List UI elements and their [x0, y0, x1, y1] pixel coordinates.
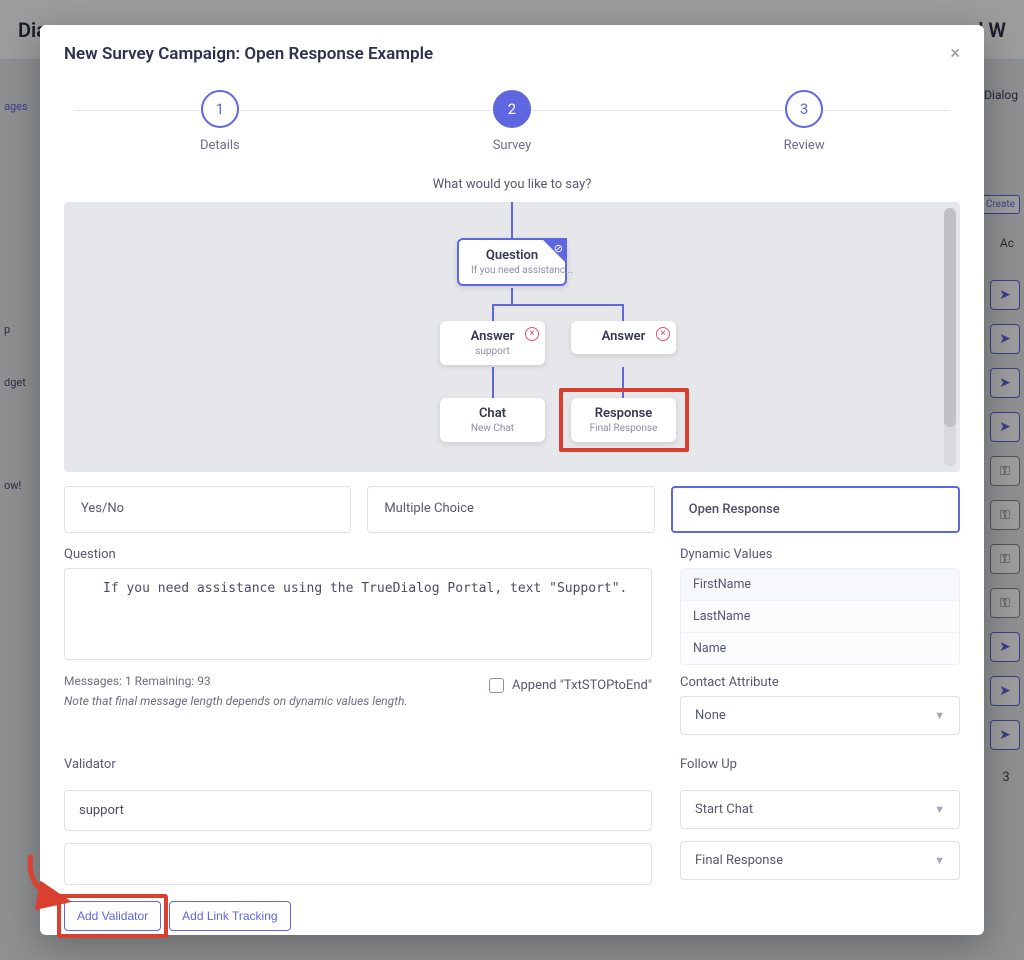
- followup-select-2[interactable]: Final Response ▼: [680, 841, 960, 880]
- tab-multiple-choice[interactable]: Multiple Choice: [367, 486, 654, 533]
- followup-select-1[interactable]: Start Chat ▼: [680, 790, 960, 829]
- validator-input-1[interactable]: support: [64, 790, 652, 831]
- survey-campaign-modal: New Survey Campaign: Open Response Examp…: [40, 25, 984, 935]
- step-number: 1: [201, 90, 239, 128]
- dv-item-name[interactable]: Name: [681, 633, 959, 664]
- step-number: 3: [785, 90, 823, 128]
- contact-attribute-select[interactable]: None ▼: [680, 696, 960, 735]
- select-value: Final Response: [695, 853, 783, 868]
- tree-node-answer-blank[interactable]: × Answer: [571, 321, 676, 354]
- modal-title: New Survey Campaign: Open Response Examp…: [64, 44, 433, 64]
- tab-open-response[interactable]: Open Response: [671, 486, 960, 533]
- chevron-down-icon: ▼: [934, 854, 945, 867]
- step-label: Review: [784, 138, 825, 153]
- node-title: Response: [583, 406, 664, 421]
- canvas-scrollbar[interactable]: [944, 208, 956, 466]
- tab-yes-no[interactable]: Yes/No: [64, 486, 351, 533]
- survey-tree-canvas[interactable]: ⊘ Question If you need assistanc... × An…: [64, 202, 960, 472]
- node-subtitle: Final Response: [583, 423, 664, 434]
- tree-node-chat[interactable]: Chat New Chat: [440, 398, 545, 442]
- question-textarea[interactable]: [64, 568, 652, 660]
- step-label: Survey: [493, 138, 532, 153]
- select-value: Start Chat: [695, 802, 753, 817]
- scrollbar-thumb[interactable]: [944, 208, 956, 427]
- step-label: Details: [200, 138, 240, 153]
- node-subtitle: New Chat: [452, 423, 533, 434]
- node-title: Answer: [583, 329, 664, 344]
- node-title: Chat: [452, 406, 533, 421]
- step-details[interactable]: 1 Details: [74, 90, 366, 153]
- tree-node-answer-support[interactable]: × Answer support: [440, 321, 545, 365]
- add-link-tracking-button[interactable]: Add Link Tracking: [169, 901, 290, 931]
- step-survey[interactable]: 2 Survey: [366, 90, 658, 153]
- node-subtitle: support: [452, 346, 533, 357]
- wizard-stepper: 1 Details 2 Survey 3 Review: [74, 90, 950, 153]
- step-number: 2: [493, 90, 531, 128]
- append-stop-label: Append "TxtSTOPtoEnd": [512, 678, 652, 693]
- check-icon: ⊘: [554, 242, 563, 255]
- append-stop-checkbox[interactable]: [489, 678, 504, 693]
- step-review[interactable]: 3 Review: [658, 90, 950, 153]
- delete-icon[interactable]: ×: [525, 327, 539, 341]
- dynamic-values-label: Dynamic Values: [680, 547, 960, 562]
- dv-item-lastname[interactable]: LastName: [681, 601, 959, 633]
- select-value: None: [695, 708, 726, 723]
- validator-input-2[interactable]: [64, 843, 652, 885]
- followup-label: Follow Up: [680, 757, 960, 772]
- dv-item-firstname[interactable]: FirstName: [681, 569, 959, 601]
- dynamic-values-list: FirstName LastName Name: [680, 568, 960, 665]
- chevron-down-icon: ▼: [934, 709, 945, 722]
- contact-attribute-label: Contact Attribute: [680, 675, 960, 690]
- add-validator-button[interactable]: Add Validator: [64, 901, 161, 931]
- node-title: Answer: [452, 329, 533, 344]
- tree-node-response[interactable]: Response Final Response: [571, 398, 676, 442]
- prompt-text: What would you like to say?: [64, 177, 960, 192]
- length-note: Note that final message length depends o…: [64, 694, 652, 708]
- node-subtitle: If you need assistanc...: [471, 265, 553, 276]
- chevron-down-icon: ▼: [934, 803, 945, 816]
- delete-icon[interactable]: ×: [656, 327, 670, 341]
- validator-label: Validator: [64, 757, 652, 772]
- question-label: Question: [64, 547, 652, 562]
- close-icon[interactable]: ×: [950, 43, 960, 64]
- tree-node-question[interactable]: ⊘ Question If you need assistanc...: [457, 238, 567, 286]
